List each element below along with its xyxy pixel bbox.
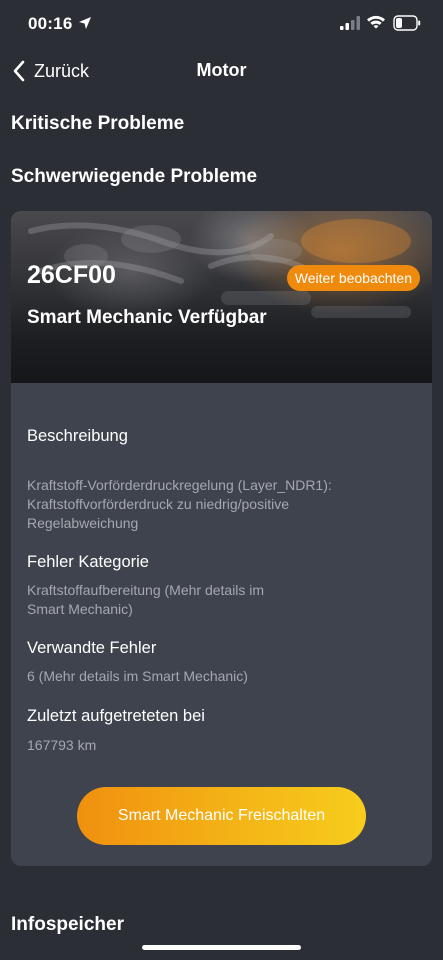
category-value: Kraftstoffaufbereitung (Mehr details im … <box>27 581 407 619</box>
related-faults-value: 6 (Mehr details im Smart Mechanic) <box>27 668 248 684</box>
last-seen-label: Zuletzt aufgetreteten bei <box>27 707 205 725</box>
status-time: 00:16 <box>28 14 73 33</box>
category-line: Smart Mechanic) <box>27 601 133 617</box>
page-title: Motor <box>196 60 247 80</box>
fault-code: 26CF00 <box>27 261 116 289</box>
status-bar: 00:16 <box>0 0 443 46</box>
home-indicator[interactable] <box>142 945 301 950</box>
description-line: Kraftstoff-Vorförderdruckregelung (Layer… <box>27 477 332 493</box>
description-line: Regelabweichung <box>27 515 139 531</box>
navigation-bar: Zurück Motor <box>0 52 443 90</box>
severe-problems-section[interactable]: Schwerwiegende Probleme <box>11 166 257 188</box>
category-label: Fehler Kategorie <box>27 553 149 571</box>
fault-subtitle: Smart Mechanic Verfügbar <box>27 307 267 328</box>
status-badge: Weiter beobachten <box>286 265 420 291</box>
related-faults-label: Verwandte Fehler <box>27 639 157 657</box>
description-value: Kraftstoff-Vorförderdruckregelung (Layer… <box>27 476 407 533</box>
description-label: Beschreibung <box>27 427 128 445</box>
wifi-icon <box>367 15 385 29</box>
description-line: Kraftstoffvorförderdruck zu niedrig/posi… <box>27 496 289 512</box>
fault-code-card: 26CF00 Weiter beobachten Smart Mechanic … <box>11 211 432 866</box>
unlock-smart-mechanic-button[interactable]: Smart Mechanic Freischalten <box>77 787 366 845</box>
engine-hero-image: 26CF00 Weiter beobachten Smart Mechanic … <box>11 211 432 383</box>
engine-photo <box>28 219 411 318</box>
category-line: Kraftstoffaufbereitung (Mehr details im <box>27 582 265 598</box>
last-seen-value: 167793 km <box>27 737 97 753</box>
info-memory-section[interactable]: Infospeicher <box>11 914 124 936</box>
critical-problems-section[interactable]: Kritische Probleme <box>11 113 184 135</box>
cellular-signal-icon <box>340 16 360 30</box>
location-arrow-icon <box>79 17 91 29</box>
battery-icon <box>393 15 421 31</box>
